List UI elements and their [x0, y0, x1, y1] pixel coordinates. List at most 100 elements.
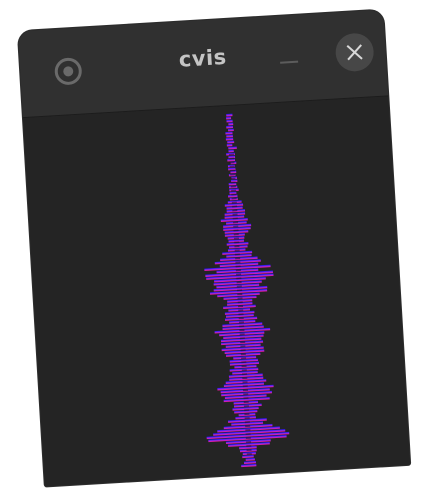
- waveform-center-tick: [235, 269, 241, 272]
- waveform-bar: [226, 113, 233, 117]
- waveform-bar: [226, 125, 234, 129]
- waveform-center-tick: [236, 277, 242, 280]
- waveform-center-tick: [229, 157, 235, 160]
- waveform-center-tick: [242, 377, 248, 380]
- waveform-center-tick: [243, 397, 249, 400]
- waveform-center-tick: [235, 265, 241, 268]
- visualizer-area: [22, 96, 411, 487]
- waveform-center-tick: [233, 229, 239, 232]
- waveform-center-tick: [237, 305, 244, 308]
- waveform-center-tick: [240, 345, 246, 348]
- minimize-button[interactable]: [278, 55, 301, 68]
- waveform-center-tick: [239, 333, 245, 336]
- close-x-icon: [346, 44, 363, 61]
- waveform-center-tick: [243, 405, 249, 408]
- waveform-center-tick: [239, 325, 245, 328]
- close-button[interactable]: [334, 32, 375, 73]
- waveform-bar: [228, 149, 234, 153]
- waveform-bar: [226, 119, 233, 123]
- waveform-center-tick: [232, 205, 238, 208]
- waveform-center-tick: [244, 413, 250, 416]
- waveform-bar: [228, 122, 234, 126]
- waveform-center-tick: [241, 361, 247, 364]
- waveform-center-tick: [233, 225, 239, 228]
- waveform-center-tick: [233, 233, 239, 236]
- waveform-center-tick: [230, 177, 236, 180]
- waveform-center-tick: [231, 201, 237, 204]
- waveform-center-tick: [238, 309, 244, 312]
- waveform-center-tick: [229, 161, 235, 164]
- waveform-center-tick: [229, 165, 235, 168]
- waveform-center-tick: [238, 313, 244, 316]
- app-window: cvis: [17, 9, 411, 487]
- waveform-center-tick: [239, 337, 245, 340]
- waveform-center-tick: [240, 341, 246, 344]
- waveform-center-tick: [246, 453, 252, 456]
- waveform-center-tick: [237, 289, 243, 292]
- waveform-center-tick: [243, 393, 249, 396]
- waveform-center-tick: [230, 173, 236, 176]
- waveform-bar: [245, 457, 255, 461]
- waveform-center-tick: [231, 189, 237, 192]
- waveform-center-tick: [245, 425, 251, 428]
- waveform-center-tick: [244, 417, 250, 420]
- waveform-center-tick: [228, 153, 235, 156]
- waveform-center-tick: [230, 185, 236, 188]
- waveform-center-tick: [236, 285, 242, 288]
- waveform-bar: [241, 463, 257, 468]
- waveform-center-tick: [232, 221, 239, 224]
- audio-waveform-visualizer: [204, 113, 290, 468]
- waveform-center-tick: [232, 213, 238, 216]
- waveform-center-tick: [234, 253, 240, 256]
- waveform-center-tick: [239, 329, 245, 332]
- waveform-center-tick: [237, 301, 243, 304]
- window-title: cvis: [178, 44, 228, 72]
- waveform-center-tick: [234, 245, 240, 248]
- waveform-bar: [227, 128, 234, 132]
- waveform-center-tick: [241, 365, 247, 368]
- waveform-center-tick: [243, 401, 249, 404]
- minimize-icon: [280, 60, 299, 64]
- waveform-center-tick: [244, 409, 250, 412]
- waveform-center-tick: [246, 441, 252, 444]
- waveform-center-tick: [236, 273, 242, 276]
- waveform-center-tick: [245, 429, 251, 432]
- waveform-center-tick: [242, 385, 248, 388]
- waveform-center-tick: [231, 193, 237, 196]
- waveform-bar: [226, 116, 232, 120]
- waveform-center-tick: [229, 169, 235, 172]
- waveform-center-tick: [235, 257, 241, 260]
- waveform-center-tick: [245, 433, 251, 436]
- waveform-center-tick: [241, 373, 248, 376]
- waveform-center-tick: [242, 381, 248, 384]
- waveform-center-tick: [238, 321, 244, 324]
- waveform-center-tick: [241, 357, 247, 360]
- screenshot-stage: cvis: [0, 0, 428, 498]
- waveform-bar: [226, 134, 233, 138]
- waveform-center-tick: [246, 445, 252, 448]
- waveform-bar: [228, 146, 237, 150]
- waveform-center-tick: [244, 421, 250, 424]
- waveform-center-tick: [234, 249, 240, 252]
- waveform-center-tick: [234, 241, 240, 244]
- waveform-center-tick: [232, 217, 238, 220]
- waveform-center-tick: [246, 449, 252, 452]
- waveform-bar: [226, 143, 233, 147]
- waveform-center-tick: [237, 297, 243, 300]
- waveform-bar: [243, 460, 257, 464]
- waveform-center-tick: [240, 349, 246, 352]
- waveform-center-tick: [242, 389, 249, 392]
- waveform-bar: [225, 131, 233, 135]
- waveform-center-tick: [236, 281, 242, 284]
- waveform-center-tick: [240, 353, 246, 356]
- waveform-bar: [225, 137, 234, 141]
- waveform-center-tick: [238, 317, 244, 320]
- waveform-center-tick: [233, 237, 240, 240]
- waveform-bar: [242, 455, 254, 459]
- waveform-center-tick: [230, 181, 236, 184]
- waveform-bar: [227, 140, 235, 144]
- waveform-center-tick: [241, 369, 247, 372]
- waveform-center-tick: [245, 437, 251, 440]
- waveform-center-tick: [235, 261, 241, 264]
- waveform-center-tick: [231, 197, 237, 200]
